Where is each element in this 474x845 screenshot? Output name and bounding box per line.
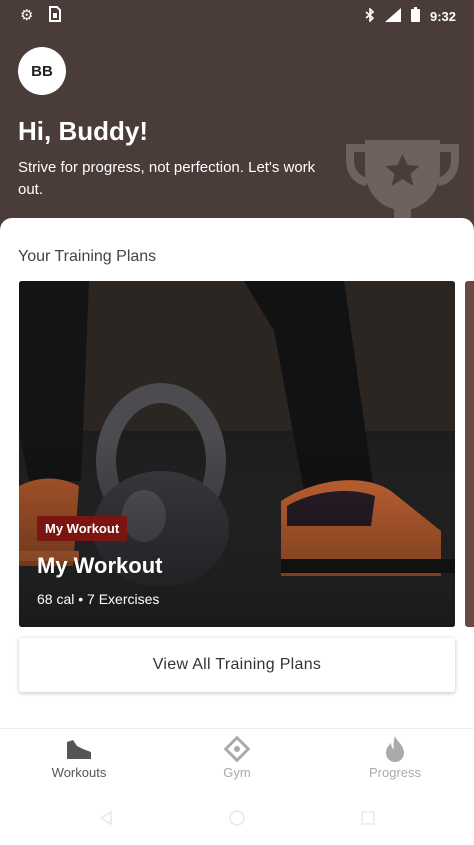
main-content: Your Training Plans My Workout My Workou… [0, 218, 474, 728]
clock-time: 9:32 [429, 8, 456, 24]
greeting: Hi, Buddy! [18, 116, 148, 146]
nav-item-gym[interactable]: Gym [158, 729, 316, 799]
nav-label-gym: Gym [223, 765, 251, 780]
nav-item-workouts[interactable]: Workouts [0, 729, 158, 799]
avatar[interactable]: BB [18, 47, 66, 95]
plan-meta: 68 cal • 7 Exercises [37, 591, 160, 607]
signal-icon [384, 7, 401, 25]
shoe-icon [67, 740, 91, 759]
nav-label-progress: Progress [368, 765, 422, 780]
trophy-icon [346, 140, 459, 230]
home-icon[interactable] [228, 809, 246, 827]
nav-label-workouts: Workouts [51, 765, 107, 780]
recents-icon[interactable] [360, 810, 376, 826]
bluetooth-icon [365, 6, 375, 25]
view-all-training-plans-button[interactable]: View All Training Plans [19, 638, 455, 692]
plan-badge: My Workout [37, 516, 128, 541]
sim-card-icon [49, 6, 62, 26]
tagline: Strive for progress, not perfection. Let… [18, 159, 316, 198]
battery-icon [410, 7, 420, 25]
system-navigation-bar [0, 798, 474, 845]
nav-item-progress[interactable]: Progress [316, 729, 474, 799]
section-title: Your Training Plans [18, 248, 157, 265]
gym-icon [224, 736, 250, 762]
header: ⚙ 9:32 BB Hi, Buddy! Strive for progress… [0, 0, 474, 240]
settings-icon: ⚙ [20, 7, 34, 24]
flame-icon [386, 736, 404, 762]
plan-title: My Workout [37, 553, 163, 578]
training-plan-card[interactable]: My Workout My Workout 68 cal • 7 Exercis… [19, 281, 455, 627]
bottom-nav: Workouts Gym Progress [0, 728, 474, 799]
status-bar: ⚙ 9:32 [0, 0, 474, 30]
back-icon[interactable] [98, 810, 114, 826]
next-plan-card-peek[interactable] [465, 281, 474, 627]
